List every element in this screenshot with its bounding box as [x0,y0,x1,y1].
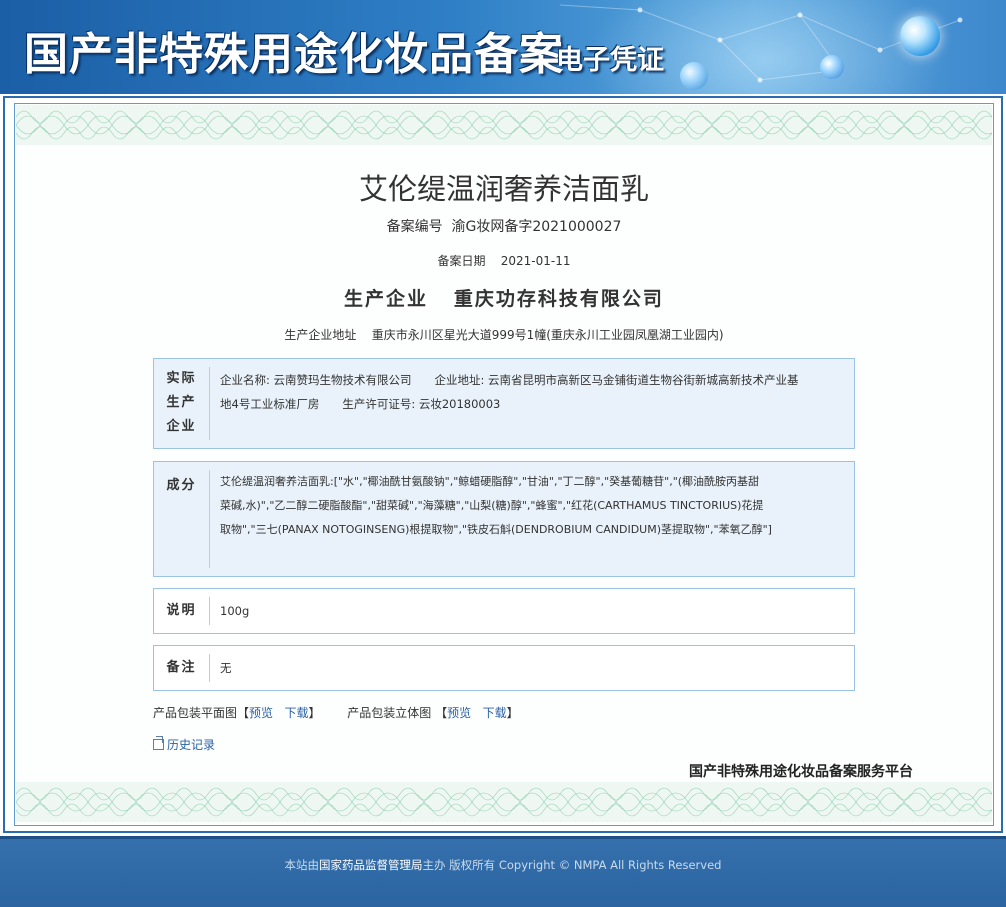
certificate-frame: 艾伦缇温润奢养洁面乳 备案编号 渝G妆网备字2021000027 备案日期 20… [3,96,1003,833]
flat-package-label: 产品包装平面图 [153,706,238,720]
bracket: 】 [506,706,519,720]
content-line: 菜碱,水)","乙二醇二硬脂酸酯","甜菜碱","海藻糖","山梨(糖)醇","… [220,499,764,512]
molecule-sphere [820,55,844,79]
label-line: 生产 [166,395,197,410]
header-banner: 国产非特殊用途化妆品备案 电子凭证 [0,0,1006,94]
box-divider [209,367,210,440]
content-line: 艾伦缇温润奢养洁面乳:["水","椰油酰甘氨酸钠","鲸蜡硬脂醇","甘油","… [220,475,760,488]
solid-package-label: 产品包装立体图 [347,706,432,720]
content-line: 地4号工业标准厂房 生产许可证号: 云妆20180003 [220,397,501,411]
guilloche-border-bottom [16,782,992,822]
product-name: 艾伦缇温润奢养洁面乳 [358,172,649,206]
guilloche-border-top [16,105,992,145]
footer-org: 国家药品监督管理局 [319,858,423,872]
content-line: 企业名称: 云南赞玛生物技术有限公司 企业地址: 云南省昆明市高新区马金铺街道生… [220,373,799,387]
footer-suffix: 主办 版权所有 Copyright © NMPA All Rights Rese… [422,858,722,872]
ingredients-box: 成分 艾伦缇温润奢养洁面乳:["水","椰油酰甘氨酸钠","鲸蜡硬脂醇","甘油… [153,461,855,577]
ingredients-label: 成分 [166,478,197,493]
manufacturer-name: 重庆功存科技有限公司 [453,288,664,310]
history-icon [153,736,164,750]
remark-label: 备注 [166,660,197,675]
solid-download-link[interactable]: 下载 [483,706,507,720]
remark-value: 无 [220,661,232,675]
footer-copyright: 本站由国家药品监督管理局主办 版权所有 Copyright © NMPA All… [0,857,1006,873]
box-divider [209,654,210,682]
registration-number: 渝G妆网备字2021000027 [451,219,622,235]
manufacturer-row: 生产企业 重庆功存科技有限公司 [15,284,993,311]
manufacturer-address-row: 生产企业地址 重庆市永川区星光大道999号1幢(重庆永川工业园凤凰湖工业园内) [15,326,993,343]
registration-date: 2021-01-11 [500,254,571,268]
manufacturer-address: 重庆市永川区星光大道999号1幢(重庆永川工业园凤凰湖工业园内) [371,328,724,342]
content-line: 取物","三七(PANAX NOTOGINSENG)根提取物","铁皮石斛(DE… [220,523,772,536]
manufacturer-address-label: 生产企业地址 [284,328,357,342]
bracket: 【 [435,706,448,720]
description-label: 说明 [166,603,197,618]
box-divider [209,597,210,625]
bracket: 】 [308,706,321,720]
molecule-sphere [680,62,708,90]
manufacturer-label: 生产企业 [344,288,429,310]
actual-maker-content: 企业名称: 云南赞玛生物技术有限公司 企业地址: 云南省昆明市高新区马金铺街道生… [220,368,838,416]
remark-box: 备注 无 [153,645,855,691]
platform-name: 国产非特殊用途化妆品备案服务平台 [689,764,913,780]
registration-number-row: 备案编号 渝G妆网备字2021000027 [15,216,993,236]
box-divider [209,470,210,568]
description-box: 说明 100g [153,588,855,634]
history-link[interactable]: 历史记录 [167,738,215,752]
history-row: 历史记录 [153,736,215,753]
packaging-images-row: 产品包装平面图【预览 下载】 产品包装立体图 【预览 下载】 [153,704,519,721]
certificate-panel: 艾伦缇温润奢养洁面乳 备案编号 渝G妆网备字2021000027 备案日期 20… [14,103,994,826]
header-subtitle: 电子凭证 [556,45,664,76]
footer-prefix: 本站由 [284,858,320,872]
actual-maker-label: 实际 生产 企业 [154,367,209,439]
label-line: 企业 [166,419,197,434]
header-title: 国产非特殊用途化妆品备案 [24,29,564,80]
footer: 本站由国家药品监督管理局主办 版权所有 Copyright © NMPA All… [0,836,1006,907]
bracket: 【 [237,706,250,720]
description-value: 100g [220,604,250,618]
solid-preview-link[interactable]: 预览 [447,706,471,720]
flat-preview-link[interactable]: 预览 [249,706,273,720]
flat-download-link[interactable]: 下载 [285,706,309,720]
registration-date-row: 备案日期 2021-01-11 [15,252,993,269]
ingredients-content: 艾伦缇温润奢养洁面乳:["水","椰油酰甘氨酸钠","鲸蜡硬脂醇","甘油","… [220,470,838,542]
actual-maker-box: 实际 生产 企业 企业名称: 云南赞玛生物技术有限公司 企业地址: 云南省昆明市… [153,358,855,449]
label-line: 实际 [166,371,197,386]
globe-icon [900,16,940,56]
registration-date-label: 备案日期 [437,254,486,268]
registration-number-label: 备案编号 [386,219,443,235]
